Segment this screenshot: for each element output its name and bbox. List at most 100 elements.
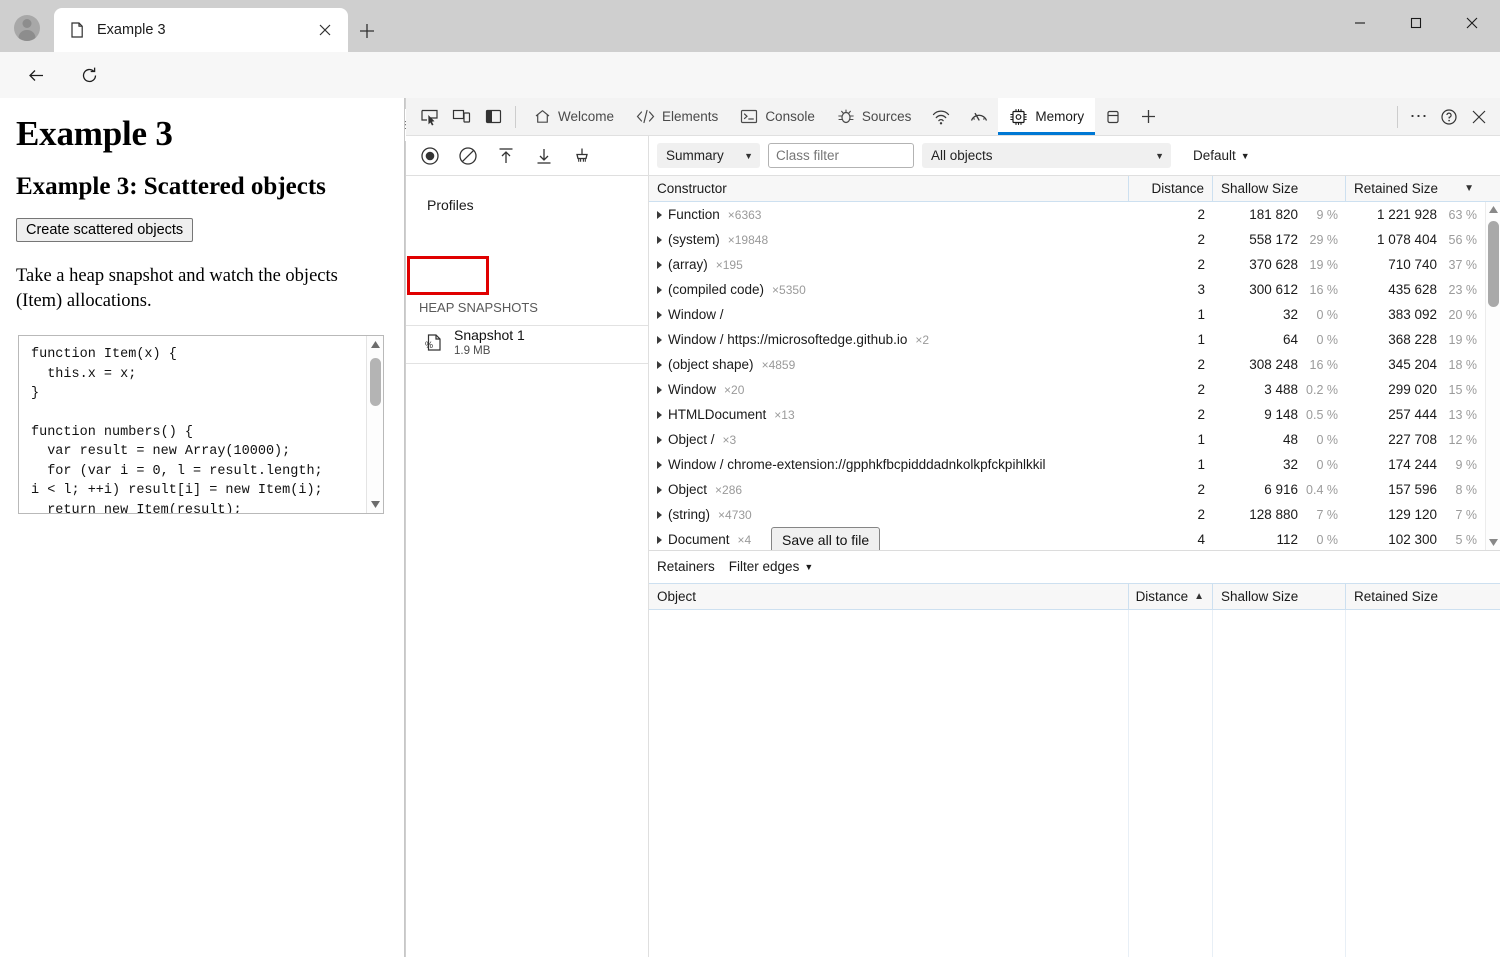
expand-triangle-icon[interactable] xyxy=(657,386,662,394)
cell-constructor[interactable]: Object /×3 xyxy=(649,427,1129,452)
table-row[interactable]: HTMLDocument×1329 1480.5 %257 44413 % xyxy=(649,402,1500,427)
expand-triangle-icon[interactable] xyxy=(657,286,662,294)
expand-triangle-icon[interactable] xyxy=(657,211,662,219)
scroll-up-icon[interactable] xyxy=(1486,202,1500,217)
table-row[interactable]: Window / https://microsoftedge.github.io… xyxy=(649,327,1500,352)
dock-side-icon[interactable] xyxy=(478,102,508,132)
column-header-object[interactable]: Object xyxy=(649,584,1129,609)
scroll-up-icon[interactable] xyxy=(367,336,384,353)
table-row[interactable]: Window / chrome-extension://gpphkfbcpidd… xyxy=(649,452,1500,477)
cell-constructor[interactable]: Object×286 xyxy=(649,477,1129,502)
browser-tab[interactable]: Example 3 xyxy=(54,8,348,52)
home-icon xyxy=(534,108,551,125)
expand-triangle-icon[interactable] xyxy=(657,511,662,519)
expand-triangle-icon[interactable] xyxy=(657,461,662,469)
tab-console[interactable]: Console xyxy=(729,98,826,135)
back-arrow-icon[interactable] xyxy=(20,59,52,91)
devtools-close-icon[interactable] xyxy=(1464,102,1494,132)
devtools-more-icon[interactable]: ⋯ xyxy=(1404,102,1434,132)
cell-constructor[interactable]: Window / chrome-extension://gpphkfbcpidd… xyxy=(649,452,1129,477)
cell-constructor[interactable]: (object shape)×4859 xyxy=(649,352,1129,377)
expand-triangle-icon[interactable] xyxy=(657,311,662,319)
column-header-retainer-shallow[interactable]: Shallow Size xyxy=(1213,584,1346,609)
table-row[interactable]: Object×28626 9160.4 %157 5968 % xyxy=(649,477,1500,502)
cell-shallow-size: 1120 % xyxy=(1213,527,1346,550)
record-icon[interactable] xyxy=(418,144,442,168)
cell-constructor[interactable]: Document×4 xyxy=(649,527,1129,550)
cell-constructor[interactable]: (compiled code)×5350 xyxy=(649,277,1129,302)
grid-scrollbar[interactable] xyxy=(1485,202,1500,550)
table-row[interactable]: (compiled code)×53503300 61216 %435 6282… xyxy=(649,277,1500,302)
save-all-to-file-button[interactable]: Save all to file xyxy=(771,527,880,550)
expand-triangle-icon[interactable] xyxy=(657,486,662,494)
filter-edges-select[interactable]: Filter edges ▼ xyxy=(729,559,813,574)
tab-performance[interactable] xyxy=(960,98,998,135)
create-scattered-objects-button[interactable]: Create scattered objects xyxy=(16,218,193,242)
code-scrollbar[interactable] xyxy=(366,336,383,513)
column-header-retainer-distance[interactable]: Distance ▲ xyxy=(1129,584,1213,609)
table-row[interactable]: Function×63632181 8209 %1 221 92863 % xyxy=(649,202,1500,227)
profile-button[interactable] xyxy=(0,4,54,52)
cell-constructor[interactable]: Function×6363 xyxy=(649,202,1129,227)
tab-welcome[interactable]: Welcome xyxy=(523,98,625,135)
cell-retained-size: 345 20418 % xyxy=(1346,352,1500,377)
close-icon[interactable] xyxy=(312,17,338,43)
cell-constructor[interactable]: (system)×19848 xyxy=(649,227,1129,252)
expand-triangle-icon[interactable] xyxy=(657,261,662,269)
table-row[interactable]: Object /×31480 %227 70812 % xyxy=(649,427,1500,452)
save-profile-icon[interactable] xyxy=(532,144,556,168)
cell-constructor[interactable]: (string)×4730 xyxy=(649,502,1129,527)
cell-constructor[interactable]: Window×20 xyxy=(649,377,1129,402)
help-circle-icon[interactable] xyxy=(1434,102,1464,132)
code-scroll-thumb[interactable] xyxy=(370,358,381,406)
expand-triangle-icon[interactable] xyxy=(657,436,662,444)
column-header-distance[interactable]: Distance xyxy=(1129,176,1213,201)
table-row[interactable]: Window /1320 %383 09220 % xyxy=(649,302,1500,327)
tab-elements[interactable]: Elements xyxy=(625,98,729,135)
class-filter-input[interactable]: Class filter xyxy=(768,143,914,168)
inspect-element-icon[interactable] xyxy=(414,102,444,132)
device-emulation-icon[interactable] xyxy=(446,102,476,132)
table-row[interactable]: (system)×198482558 17229 %1 078 40456 % xyxy=(649,227,1500,252)
table-row[interactable]: (object shape)×48592308 24816 %345 20418… xyxy=(649,352,1500,377)
cell-constructor[interactable]: (array)×195 xyxy=(649,252,1129,277)
expand-triangle-icon[interactable] xyxy=(657,361,662,369)
column-header-shallow-size[interactable]: Shallow Size xyxy=(1213,176,1346,201)
collect-garbage-icon[interactable] xyxy=(570,144,594,168)
expand-triangle-icon[interactable] xyxy=(657,411,662,419)
grid-scroll-thumb[interactable] xyxy=(1488,221,1499,307)
tab-sources[interactable]: Sources xyxy=(826,98,923,135)
column-header-retained-size[interactable]: Retained Size ▼ xyxy=(1346,176,1500,201)
maximize-icon[interactable] xyxy=(1388,0,1444,46)
minimize-icon[interactable] xyxy=(1332,0,1388,46)
objects-select[interactable]: All objects ▼ xyxy=(922,143,1171,168)
reload-icon[interactable] xyxy=(73,59,105,91)
constructor-count: ×4730 xyxy=(718,508,752,522)
tab-memory[interactable]: Memory xyxy=(998,98,1095,135)
cell-constructor[interactable]: Window / xyxy=(649,302,1129,327)
clear-icon[interactable] xyxy=(456,144,480,168)
cell-constructor[interactable]: Window / https://microsoftedge.github.io… xyxy=(649,327,1129,352)
table-row[interactable]: (array)×1952370 62819 %710 74037 % xyxy=(649,252,1500,277)
expand-triangle-icon[interactable] xyxy=(657,336,662,344)
expand-triangle-icon[interactable] xyxy=(657,536,662,544)
profiles-label[interactable]: Profiles xyxy=(416,188,485,222)
column-header-constructor[interactable]: Constructor xyxy=(649,176,1129,201)
load-profile-icon[interactable] xyxy=(494,144,518,168)
table-row[interactable]: Window×2023 4880.2 %299 02015 % xyxy=(649,377,1500,402)
cell-constructor[interactable]: HTMLDocument×13 xyxy=(649,402,1129,427)
tab-network[interactable] xyxy=(922,98,960,135)
scroll-down-icon[interactable] xyxy=(1486,535,1500,550)
add-panel-button[interactable] xyxy=(1131,98,1166,135)
table-row[interactable]: (string)×47302128 8807 %129 1207 % xyxy=(649,502,1500,527)
view-select[interactable]: Summary ▼ xyxy=(657,143,760,168)
new-tab-button[interactable] xyxy=(352,16,382,46)
tab-application[interactable] xyxy=(1095,98,1131,135)
expand-triangle-icon[interactable] xyxy=(657,236,662,244)
window-close-icon[interactable] xyxy=(1444,0,1500,46)
scroll-down-icon[interactable] xyxy=(367,496,384,513)
base-select[interactable]: Default ▼ xyxy=(1193,148,1250,163)
code-textarea[interactable]: function Item(x) { this.x = x; } functio… xyxy=(18,335,384,514)
snapshot-list-item[interactable]: % Snapshot 1 1.9 MB xyxy=(406,322,648,364)
column-header-retainer-retained[interactable]: Retained Size xyxy=(1346,584,1500,609)
